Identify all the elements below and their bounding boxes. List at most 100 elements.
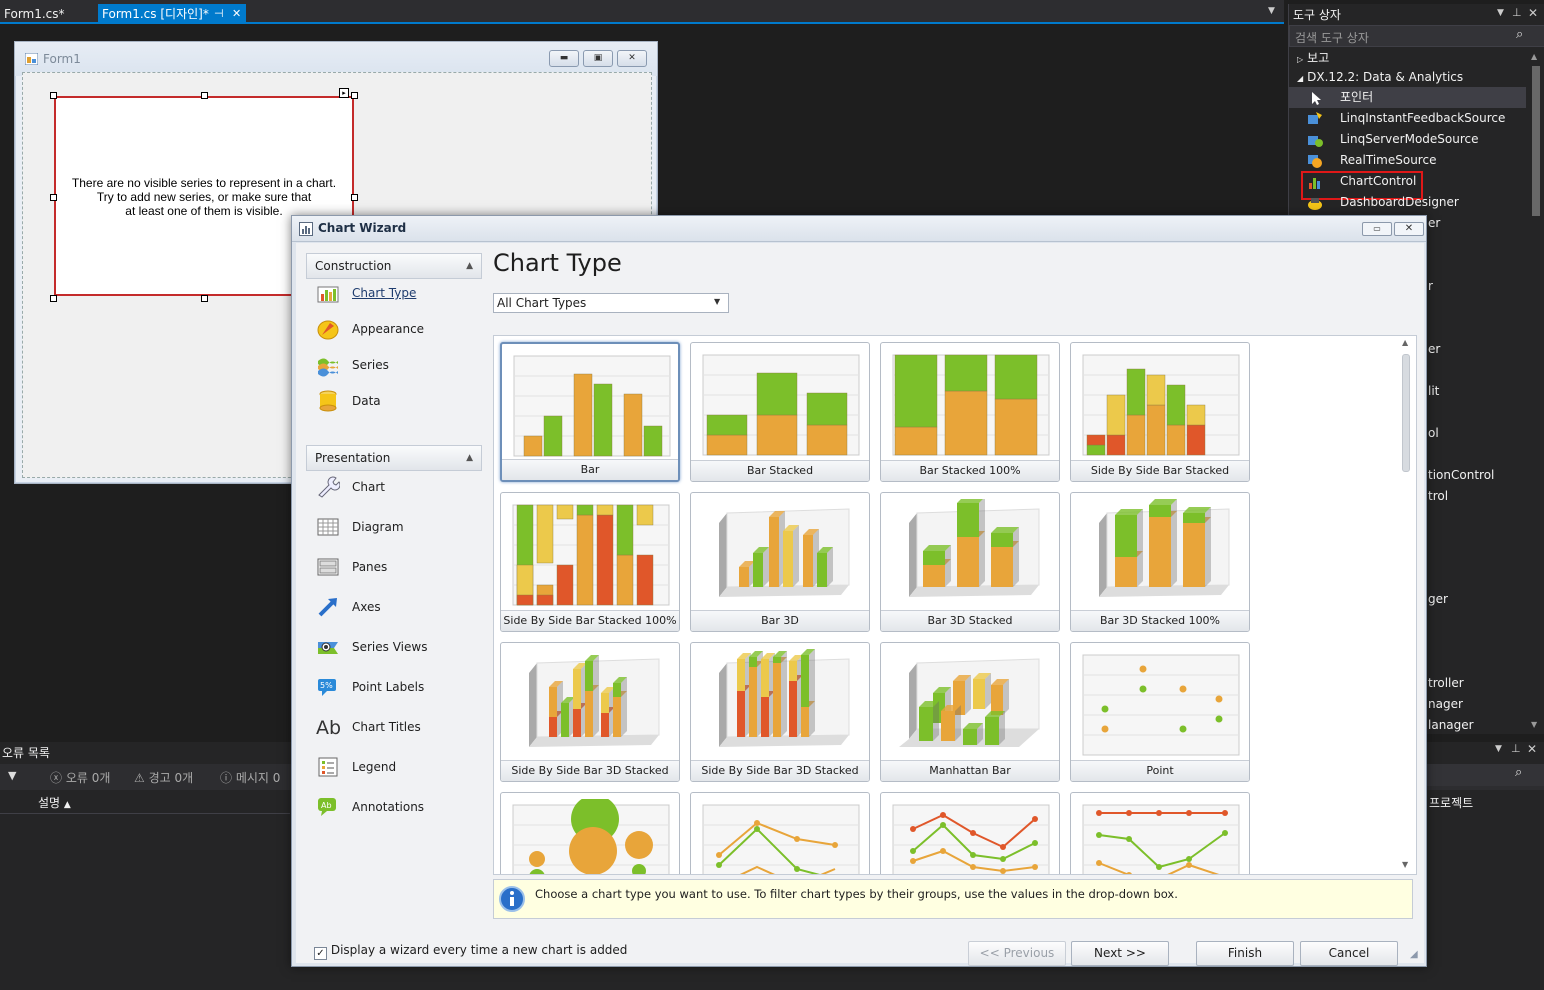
previous-button[interactable]: << Previous — [968, 941, 1066, 966]
toolbox-item-pointer[interactable]: 포인터 — [1289, 87, 1526, 108]
nav-item-chart-titles[interactable]: Ab Chart Titles — [312, 712, 482, 742]
nav-item-series[interactable]: Series — [312, 350, 482, 380]
minimize-button[interactable]: ▬ — [549, 50, 579, 67]
show-wizard-checkbox[interactable]: ✓ Display a wizard every time a new char… — [314, 943, 627, 960]
chart-type-tile-bar3d[interactable]: Bar 3D — [690, 492, 870, 632]
toolbox-search-box[interactable]: 검색 도구 상자 ⌕ — [1289, 25, 1544, 47]
toolbox-item-partial-label[interactable]: lit — [1428, 384, 1439, 398]
chart-type-tile-bar3d-stacked[interactable]: Bar 3D Stacked — [880, 492, 1060, 632]
resize-handle[interactable] — [50, 295, 57, 302]
resize-handle[interactable] — [50, 194, 57, 201]
nav-item-axes[interactable]: Axes — [312, 592, 482, 622]
close-icon[interactable]: ✕ — [1528, 6, 1538, 20]
chart-type-tile-line2[interactable] — [880, 792, 1060, 874]
search-icon[interactable]: ⌕ — [1515, 765, 1522, 780]
resize-handle[interactable] — [201, 92, 208, 99]
close-icon[interactable]: ✕ — [232, 4, 241, 24]
chart-type-tile-bar-stacked-100[interactable]: Bar Stacked 100% — [880, 342, 1060, 482]
close-button[interactable]: ✕ — [617, 50, 647, 67]
smart-tag-icon[interactable]: ▸ — [339, 88, 349, 98]
scrollbar-thumb[interactable] — [1532, 66, 1540, 216]
chart-type-tile-step-line[interactable] — [1070, 792, 1250, 874]
nav-section-presentation[interactable]: Presentation ▲ — [306, 445, 482, 471]
toolbox-item-partial-label[interactable]: er — [1428, 342, 1440, 356]
nav-item-appearance[interactable]: Appearance — [312, 314, 482, 344]
chart-type-tile-sbs-stacked-100[interactable]: Side By Side Bar Stacked 100% — [500, 492, 680, 632]
scroll-up-icon[interactable]: ▲ — [1402, 338, 1408, 347]
nav-item-panes[interactable]: Panes — [312, 552, 482, 582]
dropdown-icon[interactable]: ▼ — [1497, 8, 1504, 18]
toolbox-item-partial-label[interactable]: trol — [1428, 489, 1448, 503]
errors-toggle[interactable]: ⓧ 오류 0개 — [50, 769, 110, 786]
chart-type-tile-bubble[interactable] — [500, 792, 680, 874]
chart-type-tile-sbs-stacked[interactable]: Side By Side Bar Stacked — [1070, 342, 1250, 482]
nav-item-point-labels[interactable]: 5% Point Labels — [312, 672, 482, 702]
nav-section-construction[interactable]: Construction ▲ — [306, 253, 482, 279]
chart-type-label: Side By Side Bar Stacked — [1071, 460, 1249, 481]
pin-icon[interactable]: ⊥ — [1512, 6, 1522, 19]
scroll-down-icon[interactable]: ▼ — [1402, 860, 1408, 869]
checkbox-box[interactable]: ✓ — [314, 947, 327, 960]
tab-form1-cs[interactable]: Form1.cs* — [0, 4, 69, 24]
toolbox-item-partial-label[interactable]: nager — [1428, 697, 1463, 711]
nav-item-series-views[interactable]: Series Views — [312, 632, 482, 662]
column-description[interactable]: 설명 ▲ — [38, 794, 71, 811]
finish-button[interactable]: Finish — [1196, 941, 1294, 966]
resize-handle[interactable] — [201, 295, 208, 302]
toolbox-group-report[interactable]: ▷ 보고 — [1289, 48, 1329, 69]
maximize-button[interactable]: ▣ — [583, 50, 613, 67]
nav-item-label: Axes — [352, 600, 381, 614]
messages-toggle[interactable]: ⓘ 메시지 0 — [220, 769, 280, 786]
close-icon[interactable]: ✕ — [1527, 742, 1537, 756]
toolbox-item-partial-label[interactable]: ger — [1428, 592, 1448, 606]
toolbox-item-partial-label[interactable]: lanager — [1428, 718, 1474, 732]
chart-type-tile-sbs3d-100[interactable]: Side By Side Bar 3D Stacked 100% — [690, 642, 870, 782]
nav-item-legend[interactable]: Legend — [312, 752, 482, 782]
chart-type-tile-line[interactable] — [690, 792, 870, 874]
gallery-scrollbar[interactable]: ▲ ▼ — [1398, 338, 1414, 872]
cancel-button[interactable]: Cancel — [1300, 941, 1398, 966]
tab-form1-designer[interactable]: Form1.cs [디자인]* ⊣ ✕ — [98, 4, 246, 24]
filter-icon[interactable]: ▼ — [8, 769, 16, 782]
nav-item-chart[interactable]: Chart — [312, 472, 482, 502]
chart-type-tile-sbs3d[interactable]: Side By Side Bar 3D Stacked — [500, 642, 680, 782]
close-button[interactable]: ✕ — [1394, 222, 1424, 236]
resize-grip-icon[interactable]: ◢ — [1410, 949, 1418, 960]
chart-type-tile-manhattan[interactable]: Manhattan Bar — [880, 642, 1060, 782]
maximize-button[interactable]: ▭ — [1362, 222, 1392, 236]
collapse-icon[interactable]: ▲ — [466, 254, 473, 278]
wizard-icon — [299, 222, 313, 236]
search-icon[interactable]: ⌕ — [1516, 27, 1523, 42]
toolbox-item-partial-label[interactable]: r — [1428, 279, 1433, 293]
resize-handle[interactable] — [50, 92, 57, 99]
warnings-toggle[interactable]: ⚠ 경고 0개 — [134, 769, 193, 786]
toolbox-scrollbar[interactable]: ▲ ▼ — [1529, 52, 1543, 732]
collapse-icon[interactable]: ▲ — [466, 446, 473, 470]
nav-item-annotations[interactable]: Ab Annotations — [312, 792, 482, 822]
chart-type-filter-select[interactable]: All Chart Types ▼ — [493, 293, 729, 313]
nav-item-chart-type[interactable]: Chart Type — [312, 278, 482, 308]
resize-handle[interactable] — [351, 92, 358, 99]
chart-type-tile-bar[interactable]: Bar — [500, 342, 680, 482]
toolbox-item-partial-label[interactable]: ol — [1428, 426, 1439, 440]
nav-item-label: Chart — [352, 480, 385, 494]
pin-icon[interactable]: ⊥ — [1511, 742, 1521, 755]
pin-icon[interactable]: ⊣ — [214, 4, 224, 24]
chevron-down-icon[interactable]: ▼ — [714, 297, 720, 306]
nav-item-diagram[interactable]: Diagram — [312, 512, 482, 542]
next-button[interactable]: Next >> — [1071, 941, 1169, 966]
resize-handle[interactable] — [351, 194, 358, 201]
dropdown-icon[interactable]: ▼ — [1495, 744, 1502, 754]
chart-preview-point — [1082, 654, 1240, 756]
solution-search-box[interactable]: ⌕ — [1427, 764, 1544, 786]
nav-item-data[interactable]: Data — [312, 386, 482, 416]
tab-dropdown-icon[interactable]: ▼ — [1268, 6, 1275, 16]
toolbox-item-partial-label[interactable]: er — [1428, 216, 1440, 230]
chart-type-tile-bar-stacked[interactable]: Bar Stacked — [690, 342, 870, 482]
toolbox-item-partial-label[interactable]: tionControl — [1428, 468, 1494, 482]
chart-type-tile-point[interactable]: Point — [1070, 642, 1250, 782]
chart-type-tile-bar3d-stacked-100[interactable]: Bar 3D Stacked 100% — [1070, 492, 1250, 632]
toolbox-group-dx-data[interactable]: ◢ DX.12.2: Data & Analytics — [1289, 67, 1463, 88]
toolbox-item-partial-label[interactable]: troller — [1428, 676, 1464, 690]
scrollbar-thumb[interactable] — [1402, 354, 1410, 472]
